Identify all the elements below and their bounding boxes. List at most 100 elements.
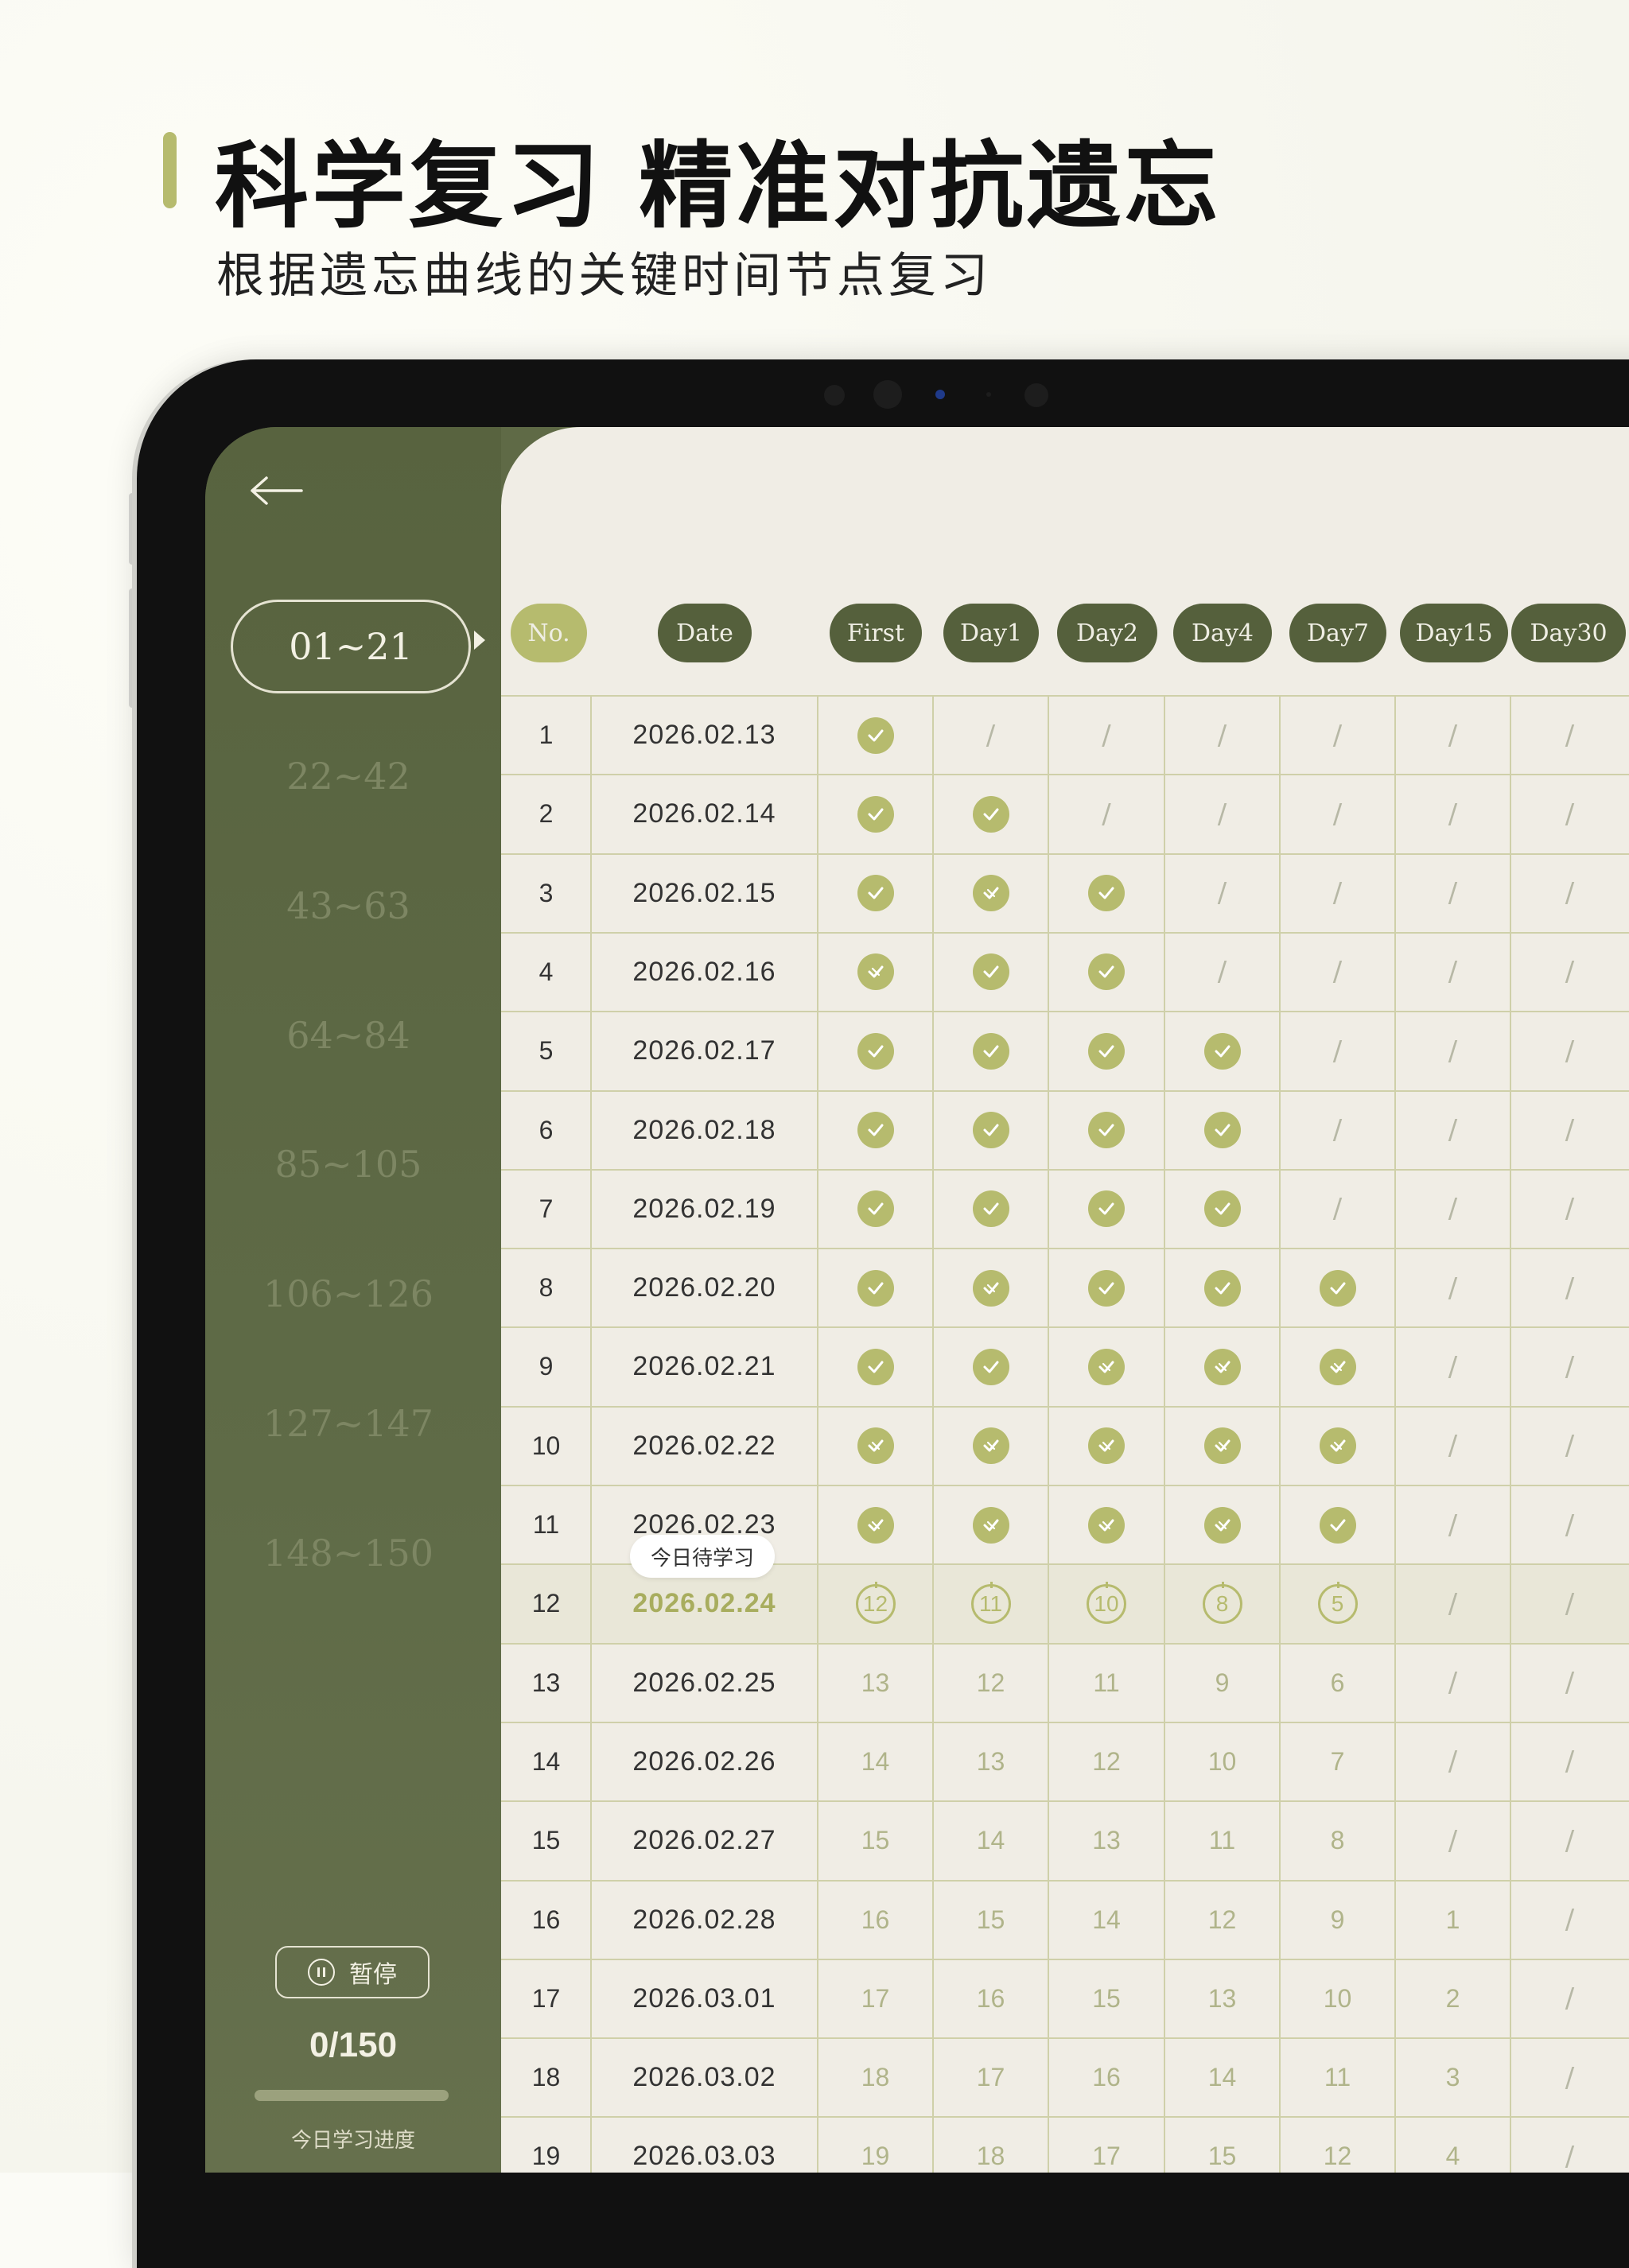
range-item-22~42[interactable]: 22~42 — [231, 732, 466, 821]
review-cell-future: 4 — [1395, 2117, 1510, 2173]
check-partial-icon[interactable] — [972, 1427, 1009, 1465]
slash-placeholder: / — [986, 719, 996, 751]
timer-count-icon[interactable]: 5 — [1317, 1581, 1358, 1624]
check-done-icon[interactable] — [1319, 1269, 1356, 1307]
days-remaining: 14 — [1207, 2063, 1237, 2092]
timer-count-icon[interactable]: 8 — [1202, 1581, 1242, 1624]
review-cell-empty: / — [1048, 696, 1164, 775]
range-item-106~126[interactable]: 106~126 — [231, 1249, 466, 1338]
review-cell-future: 12 — [1164, 1881, 1280, 1959]
days-remaining: 7 — [1330, 1746, 1345, 1776]
review-cell-empty: / — [1510, 1170, 1629, 1249]
check-partial-icon[interactable] — [972, 1269, 1009, 1307]
days-remaining: 1 — [1445, 1905, 1460, 1934]
review-cell — [818, 1170, 933, 1249]
range-item-85~105[interactable]: 85~105 — [231, 1120, 466, 1209]
range-item-148~150[interactable]: 148~150 — [231, 1509, 466, 1598]
days-remaining: 18 — [976, 2142, 1005, 2171]
check-done-icon[interactable] — [1319, 1506, 1356, 1544]
check-partial-icon[interactable] — [1319, 1348, 1356, 1385]
review-cell — [818, 1012, 933, 1090]
arrow-left-icon[interactable] — [249, 475, 305, 507]
review-cell-empty: / — [1164, 933, 1280, 1012]
days-remaining: 3 — [1445, 2063, 1460, 2092]
check-done-icon[interactable] — [972, 1190, 1009, 1228]
check-partial-icon[interactable] — [857, 1506, 894, 1544]
check-done-icon[interactable] — [1203, 1112, 1241, 1148]
check-done-icon[interactable] — [857, 1112, 894, 1148]
check-done-icon[interactable] — [857, 1190, 894, 1228]
row-date: 2026.02.26 — [632, 1746, 776, 1777]
check-done-icon[interactable] — [857, 1269, 894, 1307]
check-partial-icon[interactable] — [1088, 1427, 1125, 1465]
review-cell — [933, 1091, 1048, 1170]
check-partial-icon[interactable] — [972, 1506, 1009, 1544]
check-partial-icon[interactable] — [857, 1427, 894, 1465]
days-remaining: 12 — [1323, 2142, 1352, 2171]
row-date: 2026.02.21 — [632, 1351, 776, 1382]
check-done-icon[interactable] — [857, 875, 894, 912]
row-date: 2026.02.20 — [632, 1272, 776, 1303]
timer-count-icon[interactable]: 12 — [855, 1581, 896, 1624]
check-done-icon[interactable] — [972, 795, 1009, 833]
check-done-icon[interactable] — [857, 717, 894, 754]
review-cell-empty: / — [1510, 1959, 1629, 2038]
slash-placeholder: / — [1565, 1983, 1575, 2015]
range-item-127~147[interactable]: 127~147 — [231, 1379, 466, 1468]
check-partial-icon[interactable] — [1088, 1506, 1125, 1544]
days-remaining: 9 — [1330, 1905, 1345, 1934]
row-number: 1 — [538, 720, 554, 749]
timer-count-icon[interactable]: 10 — [1087, 1581, 1126, 1624]
review-cell-future: 14 — [933, 1801, 1048, 1880]
review-cell — [818, 1327, 933, 1406]
check-done-icon[interactable] — [857, 1032, 894, 1070]
days-remaining: 17 — [976, 2063, 1005, 2092]
check-done-icon[interactable] — [972, 1348, 1009, 1385]
check-done-icon[interactable] — [1088, 1269, 1125, 1307]
slash-placeholder: / — [1448, 1350, 1458, 1383]
timer-count-icon[interactable]: 11 — [970, 1581, 1011, 1624]
check-done-icon[interactable] — [1203, 1190, 1241, 1228]
check-done-icon[interactable] — [1088, 1032, 1125, 1070]
check-partial-icon[interactable] — [857, 953, 894, 991]
review-cell — [933, 1249, 1048, 1327]
review-cell-empty: / — [1395, 1722, 1510, 1801]
review-cell-empty: / — [1280, 1091, 1395, 1170]
review-cell — [1164, 1249, 1280, 1327]
review-cell-future: 10 — [1164, 1722, 1280, 1801]
review-cell — [818, 1249, 933, 1327]
check-done-icon[interactable] — [1088, 953, 1125, 991]
range-item-01~21[interactable]: 01~21 — [231, 600, 471, 693]
days-remaining: 17 — [861, 1983, 890, 2013]
check-done-icon[interactable] — [857, 795, 894, 833]
check-partial-icon[interactable] — [1203, 1348, 1241, 1385]
slash-placeholder: / — [1217, 877, 1227, 910]
range-item-43~63[interactable]: 43~63 — [231, 861, 466, 950]
review-cell-future: 13 — [1164, 1959, 1280, 2038]
check-partial-icon[interactable] — [1203, 1506, 1241, 1544]
review-cell-empty: / — [1510, 1881, 1629, 1959]
pause-button[interactable]: 暂停 — [275, 1946, 430, 1998]
check-done-icon[interactable] — [1088, 1112, 1125, 1148]
check-done-icon[interactable] — [1203, 1032, 1241, 1070]
review-cell-future: 12 — [933, 1644, 1048, 1722]
days-remaining: 16 — [1092, 2063, 1121, 2092]
check-partial-icon[interactable] — [1203, 1427, 1241, 1465]
days-remaining: 14 — [976, 1826, 1005, 1855]
check-done-icon[interactable] — [857, 1348, 894, 1385]
check-done-icon[interactable] — [972, 1112, 1009, 1148]
check-done-icon[interactable] — [972, 1032, 1009, 1070]
check-partial-icon[interactable] — [1319, 1427, 1356, 1465]
check-done-icon[interactable] — [1088, 1190, 1125, 1228]
range-item-64~84[interactable]: 64~84 — [231, 991, 466, 1080]
review-cell — [933, 1170, 1048, 1249]
check-partial-icon[interactable] — [972, 875, 1009, 912]
check-partial-icon[interactable] — [1088, 1348, 1125, 1385]
days-remaining: 4 — [1445, 2142, 1460, 2171]
check-done-icon[interactable] — [1088, 875, 1125, 912]
slash-placeholder: / — [1448, 1430, 1458, 1462]
days-remaining: 14 — [861, 1746, 890, 1776]
check-done-icon[interactable] — [1203, 1269, 1241, 1307]
check-done-icon[interactable] — [972, 953, 1009, 991]
row-number: 19 — [531, 2142, 561, 2171]
